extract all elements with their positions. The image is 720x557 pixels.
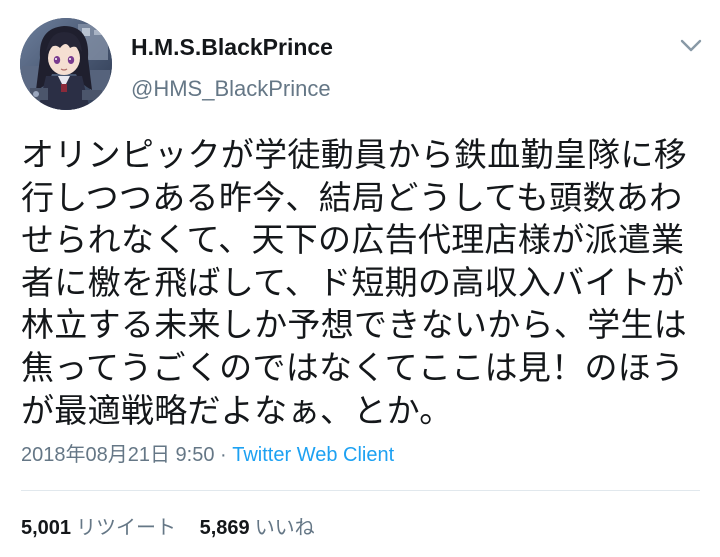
- user-handle[interactable]: @HMS_BlackPrince: [131, 75, 331, 103]
- chevron-down-icon[interactable]: [676, 32, 706, 58]
- tweet-text-line: オリンピックが学徒動員から鉄血勤皇隊に移: [21, 135, 687, 174]
- tweet-text-line: 焦ってうごくのではなくてここは見！のほう: [21, 347, 685, 387]
- tweet-text-line: 者に檄を飛ばして、ド短期の高収入バイトが: [21, 262, 685, 302]
- likes-count: 5,869: [199, 517, 250, 539]
- tweet-client-link[interactable]: Twitter Web Client: [232, 444, 394, 466]
- display-name[interactable]: H.M.S.BlackPrince: [131, 33, 333, 61]
- divider: [21, 490, 700, 491]
- tweet-text-line: 林立する未来しか予想できないから、学生は: [21, 305, 687, 345]
- tweet-stats: 5,001 リツイート 5,869 いいね: [21, 514, 315, 542]
- avatar[interactable]: [20, 18, 112, 110]
- tweet-timestamp[interactable]: 2018年08月21日 9:50: [21, 444, 214, 466]
- likes-stat[interactable]: 5,869 いいね: [200, 514, 315, 542]
- retweets-stat[interactable]: 5,001 リツイート: [21, 514, 176, 542]
- tweet: H.M.S.BlackPrince @HMS_BlackPrince オリンピッ…: [0, 0, 720, 557]
- likes-label: いいね: [254, 517, 315, 539]
- retweets-label: リツイート: [76, 517, 177, 539]
- avatar-image: [20, 18, 112, 110]
- tweet-text-line: せられなくて、天下の広告代理店様が派遣業: [21, 220, 685, 260]
- retweets-count: 5,001: [21, 517, 72, 539]
- tweet-text-line: 行しつつある昨今、結局どうしても頭数あわ: [21, 177, 683, 217]
- tweet-text: オリンピックが学徒動員から鉄血勤皇隊に移 行しつつある昨今、結局どうしても頭数あ…: [21, 134, 701, 432]
- tweet-meta: 2018年08月21日 9:50 · Twitter Web Client: [21, 441, 394, 469]
- tweet-text-line: が最適戦略だよなぁ、とか。: [21, 390, 453, 430]
- meta-separator: ·: [214, 444, 233, 466]
